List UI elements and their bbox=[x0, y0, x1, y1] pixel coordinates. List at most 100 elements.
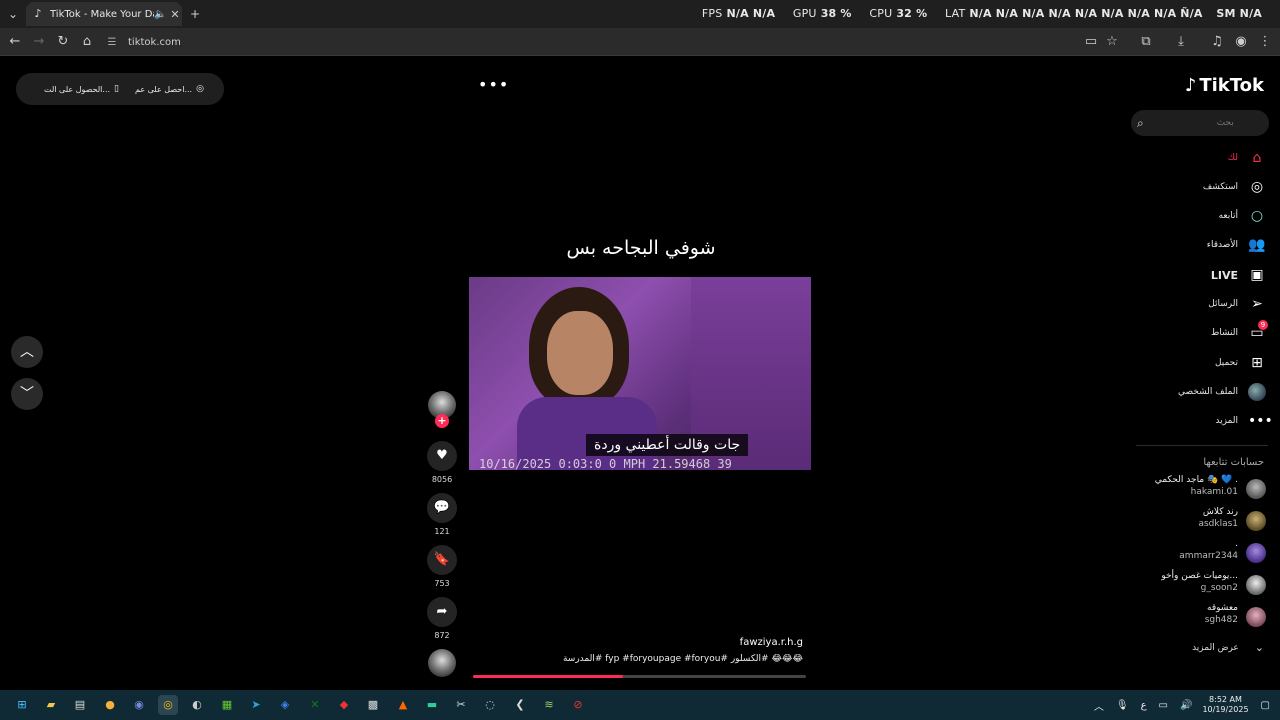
heart-icon[interactable]: ♥ bbox=[427, 441, 457, 471]
browser-tab[interactable]: ♪ TikTok - Make Your Day 🔈 ✕ bbox=[26, 2, 182, 26]
app-icon-red-circle[interactable]: ⊘ bbox=[568, 695, 588, 715]
tray-chevron-up-icon[interactable]: ︿ bbox=[1094, 698, 1104, 713]
account-avatar bbox=[1246, 543, 1266, 563]
search-input[interactable] bbox=[1143, 118, 1234, 128]
file-explorer-icon[interactable]: ▰ bbox=[41, 695, 61, 715]
share-icon[interactable]: ➦ bbox=[427, 597, 457, 627]
account-avatar bbox=[1246, 607, 1266, 627]
video-player[interactable]: جات وقالت أعطيني وردة 10/16/2025 0:03:0 … bbox=[469, 277, 811, 470]
see-more-label: عرض المزيد bbox=[1192, 642, 1239, 653]
telegram-icon[interactable]: ➤ bbox=[246, 695, 266, 715]
sidebar-item-label: استكشف bbox=[1202, 182, 1238, 192]
more-icon: ••• bbox=[1248, 413, 1273, 429]
comment-icon[interactable]: 💬 bbox=[427, 493, 457, 523]
app-icon-grid[interactable]: ▩ bbox=[363, 695, 383, 715]
share-action[interactable]: ➦ 872 bbox=[427, 597, 457, 640]
browser-menu-icon[interactable]: ⋮ bbox=[1256, 33, 1274, 51]
following-account[interactable]: معشوقه sgh482 bbox=[1126, 603, 1266, 631]
fps-value: N/A N/A bbox=[726, 7, 776, 20]
get-desktop-app-button[interactable]: الحصول على الت... ▯ bbox=[44, 84, 119, 94]
following-account[interactable]: ماجد الحكمي 🎭 💙 . hakami.01 bbox=[1126, 475, 1266, 503]
save-action[interactable]: 🔖 753 bbox=[427, 545, 457, 588]
notification-icon[interactable]: ▢ bbox=[1261, 700, 1270, 711]
minecraft-icon[interactable]: ▦ bbox=[217, 695, 237, 715]
app-icon-layers[interactable]: ≋ bbox=[539, 695, 559, 715]
following-accounts-title: حسابات تتابعها bbox=[1203, 457, 1264, 468]
bookmark-icon[interactable]: 🔖 bbox=[427, 545, 457, 575]
author-username[interactable]: fawziya.r.h.g bbox=[600, 637, 803, 648]
store-icon[interactable]: ▤ bbox=[70, 695, 90, 715]
chrome-icon[interactable]: ◎ bbox=[158, 695, 178, 715]
next-video-button[interactable]: ﹀ bbox=[11, 378, 43, 410]
volume-icon[interactable]: 🔊 bbox=[1180, 700, 1192, 711]
following-account[interactable]: يوميات غصن وأخو... g_soon2 bbox=[1126, 571, 1266, 599]
system-clock[interactable]: 8:52 AM 10/19/2025 bbox=[1202, 695, 1248, 715]
tab-audio-icon[interactable]: 🔈 bbox=[154, 9, 168, 20]
reload-icon[interactable]: ↻ bbox=[54, 33, 72, 51]
forward-icon[interactable]: → bbox=[30, 33, 48, 51]
follow-plus-icon[interactable]: + bbox=[435, 414, 449, 428]
url-text[interactable]: tiktok.com bbox=[128, 37, 181, 48]
sidebar-item-friends[interactable]: الأصدقاء 👥 bbox=[1207, 235, 1266, 255]
network-icon[interactable]: ▭ bbox=[1159, 700, 1168, 711]
previous-video-button[interactable]: ︿ bbox=[11, 336, 43, 368]
tab-close-icon[interactable]: ✕ bbox=[168, 8, 182, 21]
video-caption: 😂😂😂 #الكسلور #fyp #foryoupage #foryou #ا… bbox=[562, 654, 803, 664]
discord-icon[interactable]: ◉ bbox=[129, 695, 149, 715]
following-account[interactable]: رند كلاش asdklas1 bbox=[1126, 507, 1266, 535]
app-icon-orange[interactable]: ▲ bbox=[393, 695, 413, 715]
comment-action[interactable]: 💬 121 bbox=[427, 493, 457, 536]
start-windows-icon[interactable]: ⊞ bbox=[12, 695, 32, 715]
app-icon-blue[interactable]: ◈ bbox=[275, 695, 295, 715]
tiktok-note-icon: ♪ bbox=[1184, 75, 1197, 96]
new-tab-icon[interactable]: + bbox=[186, 5, 204, 23]
account-name: يوميات غصن وأخو... bbox=[1161, 571, 1238, 581]
sidebar-item-explore[interactable]: استكشف ◎ bbox=[1203, 177, 1266, 197]
sidebar-item-live[interactable]: LIVE ▣ bbox=[1211, 265, 1266, 285]
xbox-icon[interactable]: ✕ bbox=[305, 695, 325, 715]
tiktok-logo[interactable]: ♪ TikTok bbox=[1185, 75, 1264, 96]
app-icon-red[interactable]: ◆ bbox=[334, 695, 354, 715]
tab-list-chevron-icon[interactable]: ⌄ bbox=[4, 5, 22, 23]
sm-value: SM N/A bbox=[1216, 7, 1262, 20]
next-creator-avatar[interactable] bbox=[428, 649, 456, 677]
microphone-icon[interactable]: 🎙 bbox=[1116, 700, 1129, 711]
sidebar-item-activity[interactable]: النشاط ▭ 9 bbox=[1210, 320, 1268, 343]
video-progress-bar[interactable] bbox=[473, 675, 806, 678]
system-tray: ︿ 🎙 ع ▭ 🔊 8:52 AM 10/19/2025 ▢ bbox=[1082, 690, 1270, 720]
steam-icon[interactable]: ◐ bbox=[187, 695, 207, 715]
app-icon-yellow[interactable]: ● bbox=[100, 695, 120, 715]
site-info-icon[interactable]: ☰ bbox=[104, 37, 120, 48]
sidebar-item-upload[interactable]: تحميل ⊞ bbox=[1215, 353, 1266, 373]
sidebar-item-for-you[interactable]: لك ⌂ bbox=[1228, 148, 1266, 168]
bookmark-star-icon[interactable]: ☆ bbox=[1103, 33, 1121, 51]
home-button-icon[interactable]: ⌂ bbox=[78, 33, 96, 51]
like-action[interactable]: ♥ 8056 bbox=[427, 441, 457, 484]
input-language[interactable]: ع bbox=[1141, 700, 1147, 711]
terminal-icon[interactable]: ▬ bbox=[422, 695, 442, 715]
search-icon[interactable]: ⌕ bbox=[1137, 116, 1144, 131]
get-coins-button[interactable]: احصل على عم... ◎ bbox=[135, 84, 204, 94]
capcut-icon[interactable]: ✂ bbox=[451, 695, 471, 715]
see-more-button[interactable]: عرض المزيد ⌄ bbox=[1192, 641, 1264, 654]
app-icon-arrow[interactable]: ❮ bbox=[510, 695, 530, 715]
extensions-icon[interactable]: ⧉ bbox=[1137, 33, 1155, 51]
sidebar-item-label: الملف الشخصي bbox=[1178, 387, 1238, 397]
sidebar-item-messages[interactable]: الرسائل ➢ bbox=[1208, 294, 1266, 314]
sidebar-item-more[interactable]: المزيد ••• bbox=[1215, 411, 1273, 431]
download-icon[interactable]: ⤓ bbox=[1172, 33, 1190, 51]
account-name: . bbox=[1235, 539, 1238, 549]
sidebar-item-following[interactable]: أتابعه ○ bbox=[1219, 206, 1266, 226]
video-more-options-icon[interactable]: ••• bbox=[478, 75, 509, 94]
profile-avatar-icon[interactable]: ◉ bbox=[1232, 33, 1250, 51]
app-icon-circle[interactable]: ◌ bbox=[480, 695, 500, 715]
media-control-icon[interactable]: ♫ bbox=[1208, 33, 1226, 51]
sidebar-item-label: النشاط bbox=[1210, 328, 1238, 338]
search-bar[interactable]: ⌕ bbox=[1131, 110, 1269, 136]
back-icon[interactable]: ← bbox=[6, 33, 24, 51]
following-account[interactable]: . ammarr2344 bbox=[1126, 539, 1266, 567]
cast-icon[interactable]: ▭ bbox=[1082, 33, 1100, 51]
lat-value: N/A N/A N/A N/A N/A N/A N/A N/A Ñ/A bbox=[969, 7, 1203, 20]
address-bar[interactable]: ☰ tiktok.com bbox=[104, 31, 1104, 53]
sidebar-item-profile[interactable]: الملف الشخصي bbox=[1178, 382, 1266, 402]
